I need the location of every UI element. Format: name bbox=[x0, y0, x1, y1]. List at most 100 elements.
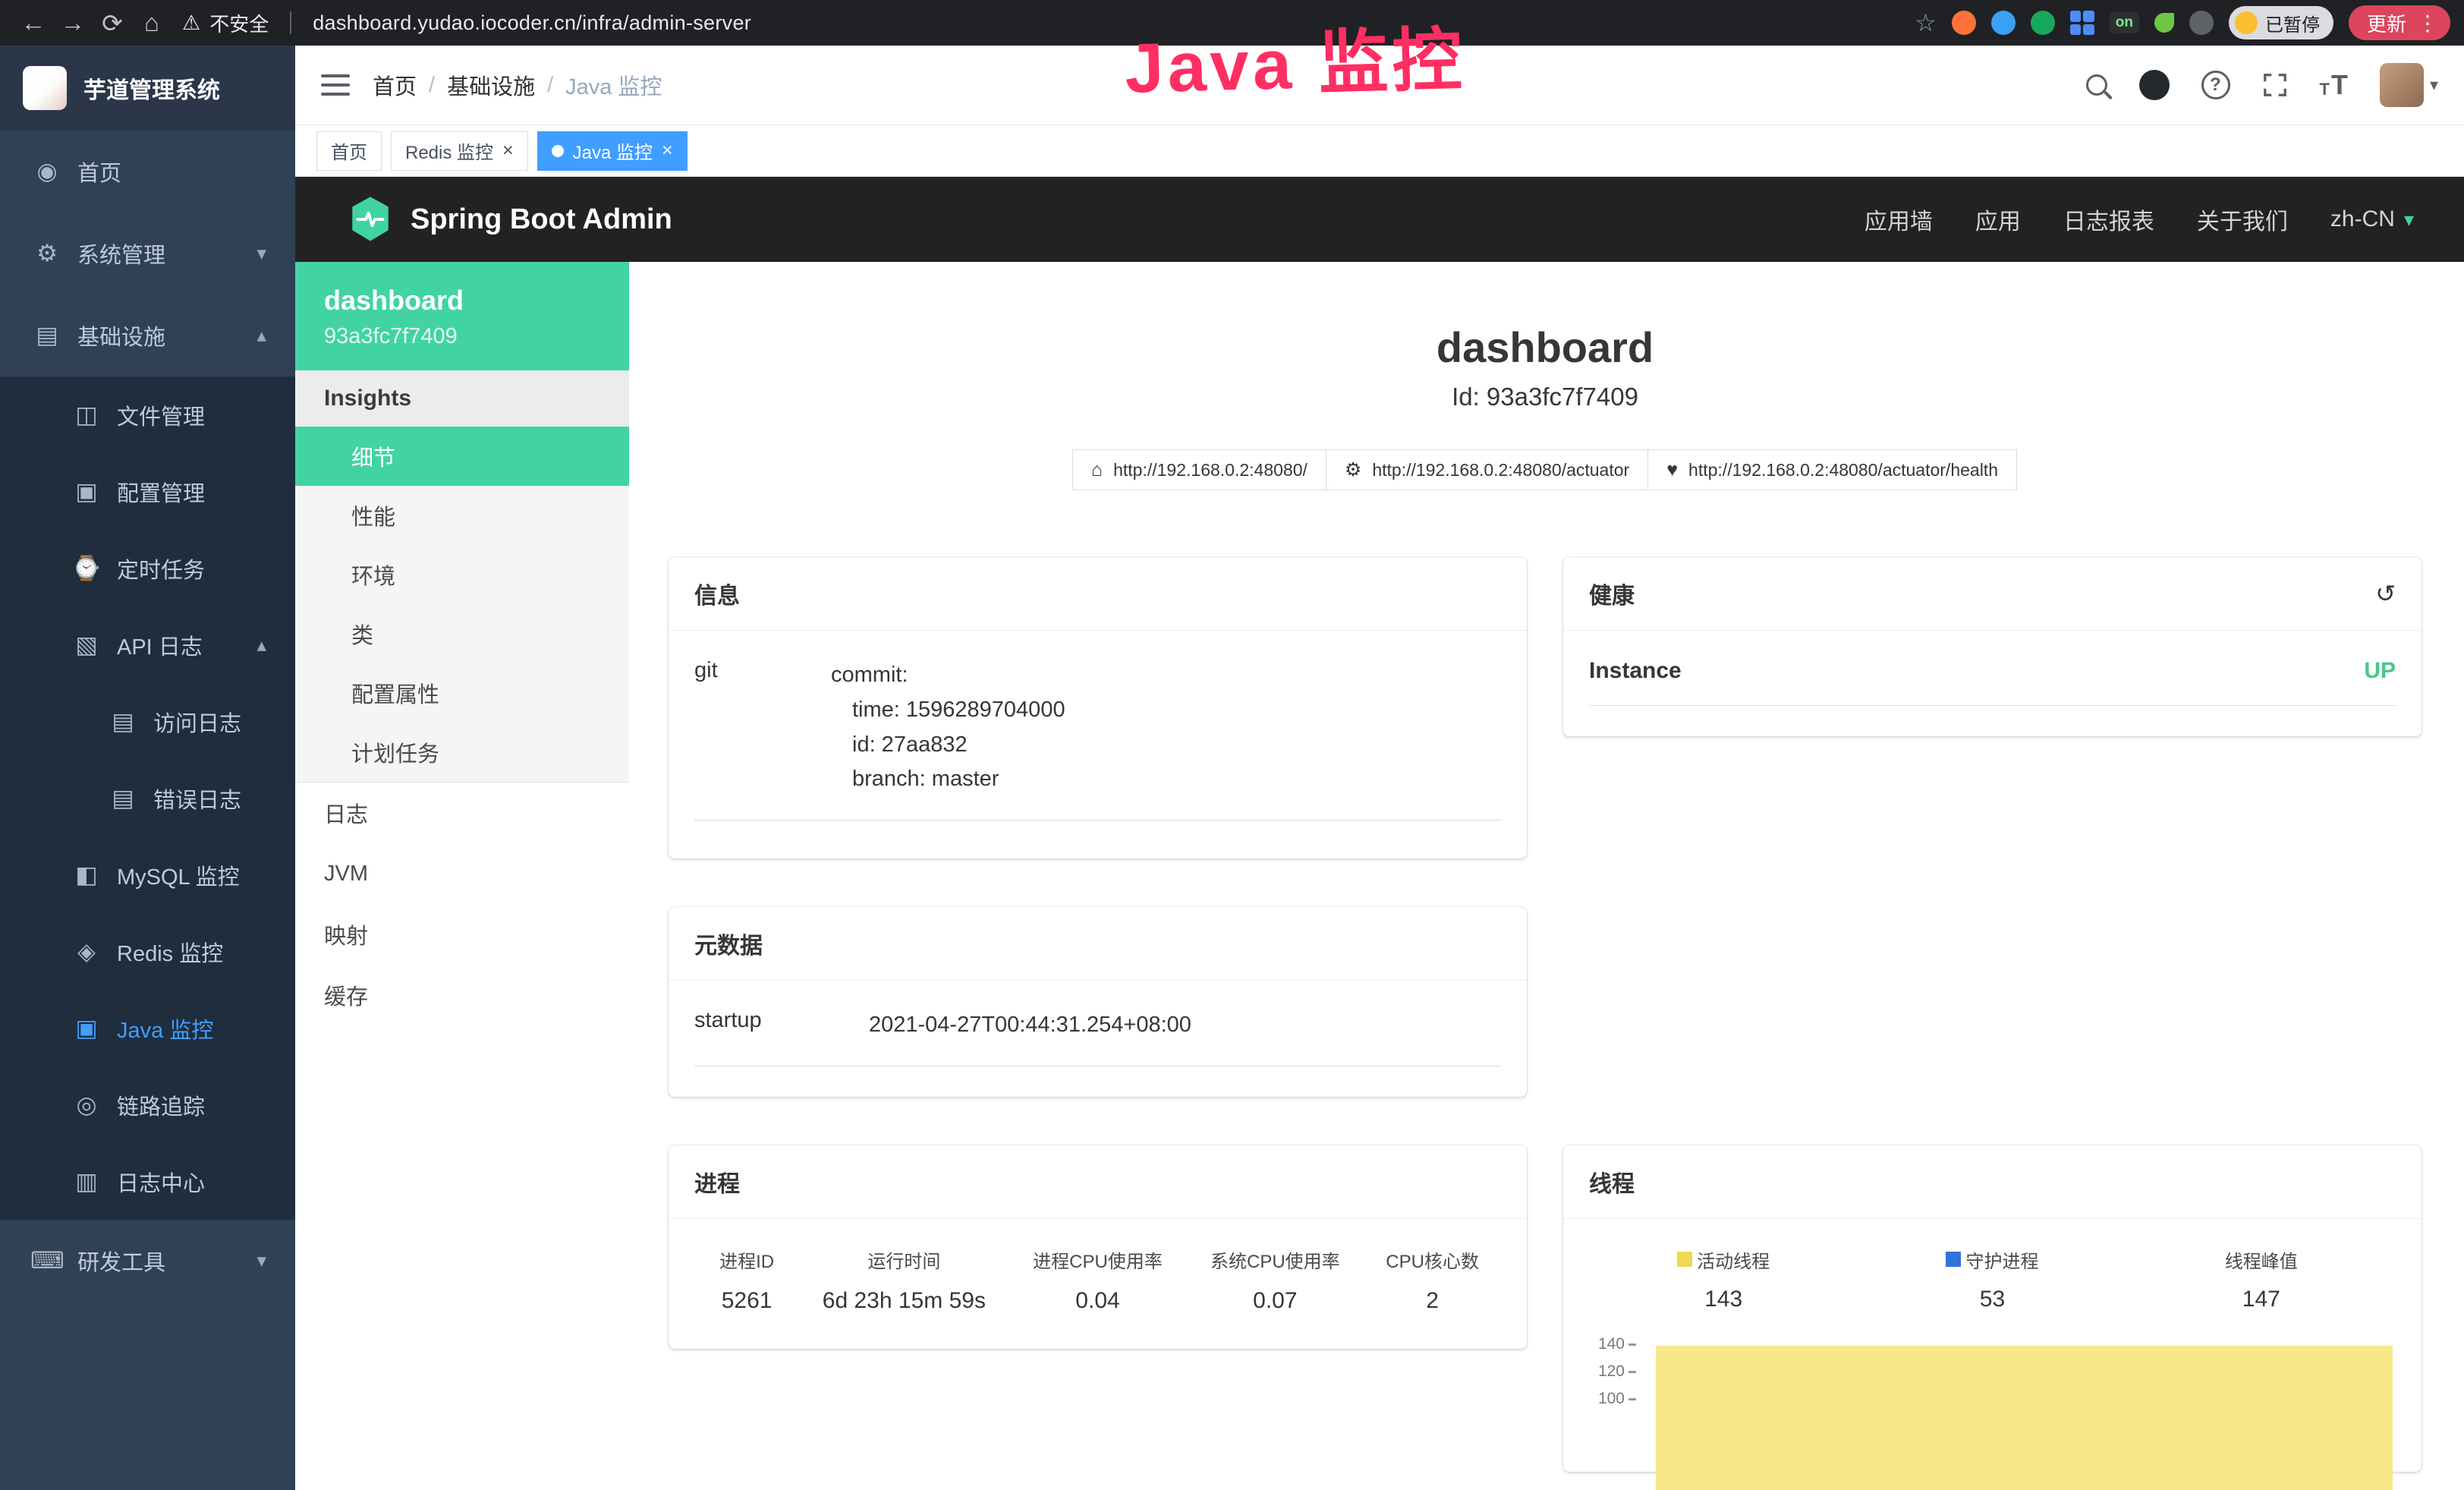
sidebar-item-log-center[interactable]: ▥ 日志中心 bbox=[0, 1143, 295, 1220]
live-threads-stat: 活动线程 143 bbox=[1589, 1246, 1858, 1312]
reload-icon[interactable]: ⟳ bbox=[93, 8, 132, 38]
extension-grid-icon[interactable] bbox=[2070, 11, 2094, 35]
fullscreen-icon[interactable] bbox=[2262, 72, 2288, 98]
instance-title: dashboard bbox=[669, 323, 2422, 372]
ytick-120: 120 bbox=[1589, 1362, 1636, 1381]
heart-icon: ♥ bbox=[1666, 459, 1678, 481]
forward-icon[interactable]: → bbox=[53, 8, 93, 37]
font-size-icon[interactable]: TT bbox=[2320, 71, 2348, 99]
sba-item-config-props[interactable]: 配置属性 bbox=[295, 663, 629, 723]
user-menu[interactable]: ▾ bbox=[2380, 63, 2438, 107]
sba-item-logs[interactable]: 日志 bbox=[295, 783, 629, 843]
sidebar-item-system-management[interactable]: ⚙ 系统管理 ▾ bbox=[0, 213, 295, 295]
log-center-icon: ▥ bbox=[70, 1168, 103, 1195]
profile-paused-badge[interactable]: 已暂停 bbox=[2229, 6, 2333, 39]
extension-on-badge[interactable]: on bbox=[2110, 12, 2139, 33]
sidebar-item-redis-monitor[interactable]: ◈ Redis 监控 bbox=[0, 913, 295, 990]
history-icon[interactable]: ↺ bbox=[2375, 579, 2396, 608]
sba-item-metrics[interactable]: 性能 bbox=[295, 486, 629, 545]
search-icon[interactable] bbox=[2086, 74, 2107, 96]
menu-section-insights: Insights bbox=[295, 370, 629, 427]
process-card-body: 进程ID 运行时间 进程CPU使用率 系统CPU使用率 CPU核心数 bbox=[669, 1219, 1527, 1349]
sidebar-item-file-management[interactable]: ◫ 文件管理 bbox=[0, 376, 295, 453]
threads-card-body: 活动线程 143 守护进程 53 bbox=[1563, 1219, 2422, 1472]
sba-item-jvm[interactable]: JVM bbox=[295, 843, 629, 904]
service-url-link[interactable]: ⌂ http://192.168.0.2:48080/ bbox=[1072, 449, 1326, 490]
instance-subtitle: Id: 93a3fc7f7409 bbox=[669, 383, 2422, 411]
card-title: 线程 bbox=[1589, 1165, 1635, 1199]
breadcrumb-infrastructure[interactable]: 基础设施 bbox=[447, 69, 535, 101]
sidebar-item-label: Java 监控 bbox=[117, 1013, 213, 1044]
sidebar-toggle-icon[interactable] bbox=[321, 74, 350, 96]
sidebar-item-devtools[interactable]: ⌨ 研发工具 ▾ bbox=[0, 1220, 295, 1302]
info-card-header: 信息 bbox=[669, 557, 1527, 631]
locale-selector[interactable]: zh-CN ▾ bbox=[2330, 206, 2414, 232]
sidebar-item-label: Redis 监控 bbox=[117, 936, 223, 968]
instance-header[interactable]: dashboard 93a3fc7f7409 bbox=[295, 262, 629, 370]
extension-leaf-icon[interactable] bbox=[2154, 13, 2174, 33]
home-icon[interactable]: ⌂ bbox=[132, 8, 172, 37]
sba-item-classes[interactable]: 类 bbox=[295, 604, 629, 663]
extensions-puzzle-icon[interactable] bbox=[2189, 11, 2214, 35]
sidebar-item-trace[interactable]: ◎ 链路追踪 bbox=[0, 1066, 295, 1143]
sba-nav-wallboard[interactable]: 应用墙 bbox=[1865, 203, 1933, 236]
sidebar-item-infrastructure[interactable]: ▤ 基础设施 ▴ bbox=[0, 295, 295, 376]
chevron-down-icon: ▾ bbox=[256, 1249, 266, 1272]
breadcrumb-home[interactable]: 首页 bbox=[373, 69, 417, 101]
back-icon[interactable]: ← bbox=[14, 8, 53, 37]
avatar[interactable] bbox=[2380, 63, 2424, 107]
startup-value: 2021-04-27T00:44:31.254+08:00 bbox=[869, 1008, 1501, 1043]
sidebar-item-config-management[interactable]: ▣ 配置管理 bbox=[0, 453, 295, 530]
kebab-menu-icon[interactable]: ⋮ bbox=[2417, 11, 2438, 36]
sidebar-item-mysql-monitor[interactable]: ◧ MySQL 监控 bbox=[0, 836, 295, 913]
sba-nav-journal[interactable]: 日志报表 bbox=[2063, 203, 2154, 236]
threads-chart: 140 120 100 bbox=[1589, 1335, 2396, 1441]
sba-sidebar: dashboard 93a3fc7f7409 Insights 细节 性能 环境… bbox=[295, 262, 629, 1490]
address-bar[interactable]: ⚠ 不安全 dashboard.yudao.iocoder.cn/infra/a… bbox=[182, 9, 751, 37]
security-label: 不安全 bbox=[209, 9, 269, 37]
bookmark-star-icon[interactable]: ☆ bbox=[1915, 8, 1937, 37]
tab-home[interactable]: 首页 bbox=[316, 131, 382, 171]
tab-redis-monitor[interactable]: Redis 监控 × bbox=[391, 131, 528, 171]
help-icon[interactable]: ? bbox=[2201, 71, 2230, 99]
browser-update-button[interactable]: 更新 ⋮ bbox=[2349, 5, 2450, 40]
sba-item-mappings[interactable]: 映射 bbox=[295, 904, 629, 965]
sidebar-item-api-logs[interactable]: ▧ API 日志 ▴ bbox=[0, 606, 295, 683]
breadcrumb-separator: / bbox=[429, 73, 435, 98]
close-icon[interactable]: × bbox=[502, 141, 514, 160]
card-title: 元数据 bbox=[694, 927, 763, 960]
admin-sidebar: 芋道管理系统 ◉ 首页 ⚙ 系统管理 ▾ ▤ 基础设施 ▴ ◫ 文件管理 ▣ bbox=[0, 46, 295, 1490]
sidebar-item-access-logs[interactable]: ▤ 访问日志 bbox=[0, 683, 295, 760]
tab-label: Redis 监控 bbox=[405, 137, 493, 164]
actuator-url-link[interactable]: ⚙ http://192.168.0.2:48080/actuator bbox=[1326, 449, 1648, 490]
extension-fox-icon[interactable] bbox=[1952, 11, 1976, 35]
live-threads-value: 143 bbox=[1589, 1287, 1858, 1312]
sidebar-item-label: MySQL 监控 bbox=[117, 859, 240, 891]
sidebar-item-error-logs[interactable]: ▤ 错误日志 bbox=[0, 760, 295, 836]
github-icon[interactable] bbox=[2139, 70, 2170, 100]
col-uptime: 运行时间 bbox=[799, 1246, 1009, 1288]
sba-item-scheduled-tasks[interactable]: 计划任务 bbox=[295, 723, 629, 782]
sidebar-item-label: 系统管理 bbox=[77, 238, 165, 269]
sba-content: dashboard Id: 93a3fc7f7409 ⌂ http://192.… bbox=[629, 262, 2464, 1490]
sba-nav-applications[interactable]: 应用 bbox=[1975, 203, 2021, 236]
sidebar-logo-row[interactable]: 芋道管理系统 bbox=[0, 46, 295, 131]
sba-header: Spring Boot Admin 应用墙 应用 日志报表 关于我们 zh-CN… bbox=[295, 177, 2464, 262]
extension-green-icon[interactable] bbox=[2031, 11, 2055, 35]
sidebar-item-scheduled-tasks[interactable]: ⌚ 定时任务 bbox=[0, 530, 295, 606]
extension-drop-icon[interactable] bbox=[1991, 11, 2016, 35]
sba-item-environment[interactable]: 环境 bbox=[295, 545, 629, 604]
tab-java-monitor[interactable]: Java 监控 × bbox=[537, 131, 688, 171]
sba-brand[interactable]: Spring Boot Admin bbox=[348, 195, 672, 244]
sba-item-details[interactable]: 细节 bbox=[295, 427, 629, 486]
sba-nav-about[interactable]: 关于我们 bbox=[2197, 203, 2288, 236]
home-icon: ⌂ bbox=[1091, 459, 1103, 481]
close-icon[interactable]: × bbox=[662, 141, 673, 160]
tab-label: Java 监控 bbox=[573, 137, 653, 164]
health-url-link[interactable]: ♥ http://192.168.0.2:48080/actuator/heal… bbox=[1647, 449, 2017, 490]
sba-item-caches[interactable]: 缓存 bbox=[295, 965, 629, 1025]
sidebar-item-home[interactable]: ◉ 首页 bbox=[0, 131, 295, 213]
url-text[interactable]: dashboard.yudao.iocoder.cn/infra/admin-s… bbox=[313, 11, 751, 35]
sidebar-item-java-monitor[interactable]: ▣ Java 监控 bbox=[0, 990, 295, 1066]
process-card: 进程 进程ID 运行时间 进程CPU使用率 系统CPU使用率 bbox=[669, 1145, 1527, 1349]
